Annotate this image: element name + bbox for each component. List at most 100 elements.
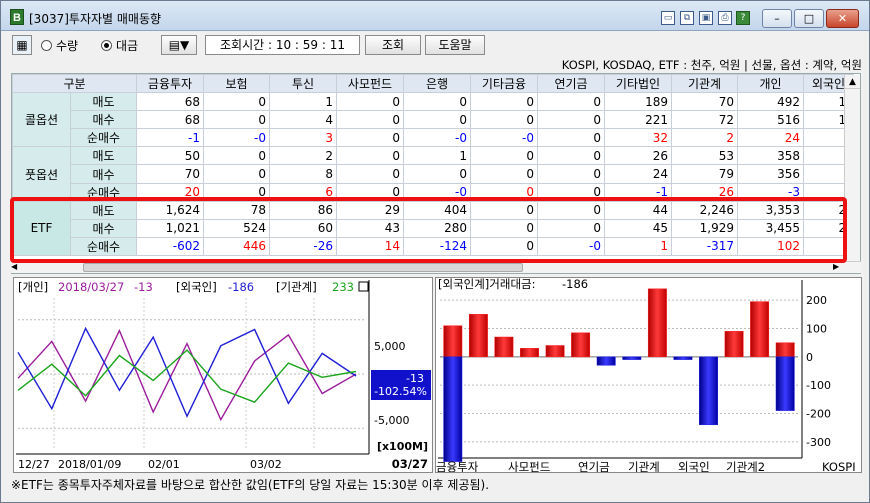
table-cell: 2 <box>269 146 337 166</box>
table-row[interactable]: 순매수 20 0 6 0 -0 0 0 -1 26 -3 <box>13 182 854 202</box>
bar-buy <box>520 348 539 358</box>
unit-note: KOSPI, KOSDAQ, ETF : 천주, 억원 | 선물, 옵션 : 계… <box>561 58 862 72</box>
window-title: [3037]투자자별 매매동향 <box>29 12 162 26</box>
col-header[interactable]: 기관계 <box>671 74 738 94</box>
chart-settings-icon[interactable] <box>358 281 369 292</box>
line-chart-panel[interactable]: [개인] 2018/03/27 -13 [외국인] -186 [기관계] 233… <box>13 277 433 473</box>
table-row[interactable]: 콜옵션매도68010000189704921, <box>12 92 854 148</box>
table-row[interactable]: 순매수 -1 -0 3 0 -0 -0 0 32 2 24 <box>13 128 854 148</box>
table-cell: 0 <box>537 218 605 238</box>
maximize-button[interactable]: □ <box>794 9 824 28</box>
col-header[interactable]: 보험 <box>203 74 270 94</box>
bar-sell <box>443 356 463 462</box>
bar-buy <box>750 301 770 358</box>
col-header[interactable]: 기타금융 <box>470 74 538 94</box>
vertical-scrollbar[interactable]: ▲ <box>844 75 860 273</box>
col-header-category[interactable]: 구분 <box>12 74 137 94</box>
table-cell: 70 <box>136 164 204 184</box>
row-label: 순매수 <box>70 182 137 202</box>
horizontal-scrollbar[interactable]: ◀ ▶ <box>11 261 861 273</box>
row-label: 매도 <box>70 146 137 166</box>
table-row[interactable]: 순매수 -602 446 -26 14 -124 0 -0 1 -317 102 <box>13 236 854 256</box>
table-cell: 524 <box>203 218 270 238</box>
scroll-thumb[interactable] <box>83 263 523 272</box>
table-cell: 79 <box>671 164 738 184</box>
table-cell: -0 <box>203 128 270 148</box>
table-cell: 68 <box>136 92 204 112</box>
y-tick-pos: 5,000 <box>374 340 406 353</box>
bar-chart-title: [외국인계]거래대금: <box>438 278 536 291</box>
table-cell: 43 <box>336 218 404 238</box>
scroll-left-arrow-icon[interactable]: ◀ <box>11 262 21 272</box>
print-icon[interactable]: ⎙ <box>718 11 732 25</box>
close-button[interactable]: ✕ <box>826 9 859 28</box>
col-header[interactable]: 개인 <box>737 74 804 94</box>
table-row[interactable]: 매수 70 0 8 0 0 0 0 24 79 356 <box>13 164 854 184</box>
table-cell: 0 <box>403 164 471 184</box>
table-cell: 0 <box>470 92 538 112</box>
table-cell: 3,455 <box>737 218 804 238</box>
table-cell: -1 <box>136 128 204 148</box>
col-header[interactable]: 투신 <box>269 74 337 94</box>
table-cell: 3,353 <box>737 200 804 220</box>
table-cell: 0 <box>537 200 605 220</box>
table-cell: 516 <box>737 110 804 130</box>
table-cell: 26 <box>604 146 672 166</box>
table-cell: 0 <box>537 110 605 130</box>
table-cell: 0 <box>403 92 471 112</box>
legend-foreign-label: [외국인] <box>176 280 217 294</box>
minimize-button[interactable]: – <box>762 9 792 28</box>
table-cell: 8 <box>269 164 337 184</box>
help-icon[interactable]: ? <box>736 11 750 25</box>
query-button[interactable]: 조회 <box>365 35 421 55</box>
table-cell: -26 <box>269 236 337 256</box>
bar-ytick-label: -100 <box>806 379 831 392</box>
settings-icon[interactable]: ▦ <box>12 35 32 55</box>
radio-amount-dot <box>101 40 112 51</box>
table-cell: 1 <box>403 146 471 166</box>
tooltip-value: -13 <box>406 372 424 385</box>
col-header[interactable]: 사모펀드 <box>336 74 404 94</box>
table-cell: 0 <box>336 164 404 184</box>
table-cell: 53 <box>671 146 738 166</box>
table-row[interactable]: 풋옵션 매도 50 0 2 0 1 0 0 26 53 358 <box>12 146 854 202</box>
window-icon[interactable]: ▭ <box>661 11 675 25</box>
table-row[interactable]: 매수1,021524604328000451,9293,4552, <box>13 218 854 238</box>
col-header[interactable]: 연기금 <box>537 74 605 94</box>
radio-quantity[interactable]: 수량 <box>41 37 78 54</box>
scroll-up-arrow-icon[interactable]: ▲ <box>845 75 860 89</box>
bar-xlabel: KOSPI <box>822 460 856 472</box>
table-cell: 1 <box>269 92 337 112</box>
row-label: 매수 <box>70 110 137 130</box>
investor-table[interactable]: 구분 금융투자 보험 투신 사모펀드 은행 기타금융 연기금 기타법인 기관계 개인 외국인 콜옵션 매… <box>11 73 861 274</box>
table-cell: 24 <box>604 164 672 184</box>
table-cell: 446 <box>203 236 270 256</box>
investor-grid: 구분 금융투자 보험 투신 사모펀드 은행 기타금융 연기금 기타법인 기관계 개인 외국인 콜옵션 매… <box>12 74 854 256</box>
table-cell: 86 <box>269 200 337 220</box>
x-label-last: 03/27 <box>392 457 428 471</box>
table-cell: 50 <box>136 146 204 166</box>
bar-sell <box>775 356 795 411</box>
radio-amount[interactable]: 대금 <box>101 37 138 54</box>
table-cell: 45 <box>604 218 672 238</box>
save-icon[interactable]: ▣ <box>699 11 713 25</box>
copy-icon[interactable]: ⧉ <box>680 11 694 25</box>
bar-chart-panel[interactable]: [외국인계]거래대금: -186 200 100 0 -100 -200 -300 금융투… <box>435 277 862 474</box>
scroll-right-arrow-icon[interactable]: ▶ <box>833 262 843 272</box>
col-header[interactable]: 금융투자 <box>136 74 204 94</box>
table-cell: 32 <box>604 128 672 148</box>
chart-type-dropdown[interactable]: ▤▼ <box>161 35 197 55</box>
col-header[interactable]: 기타법인 <box>604 74 672 94</box>
table-cell: 358 <box>737 146 804 166</box>
table-cell: -0 <box>403 128 471 148</box>
help-button[interactable]: 도움말 <box>425 35 485 55</box>
table-row[interactable]: 매수68040000221725161, <box>13 110 854 130</box>
bar-chart-svg: [외국인계]거래대금: -186 200 100 0 -100 -200 -300 금융투… <box>436 277 861 474</box>
col-header[interactable]: 은행 <box>403 74 471 94</box>
table-cell: 14 <box>336 236 404 256</box>
row-label: 매수 <box>70 218 137 238</box>
table-cell: 0 <box>336 182 404 202</box>
table-cell: 60 <box>269 218 337 238</box>
title-bar[interactable]: B [3037]투자자별 매매동향 ▭ ⧉ ▣ ⎙ ? – □ ✕ <box>1 1 869 31</box>
table-row[interactable]: ETF매도1,62478862940400442,2463,3532, <box>12 200 854 256</box>
